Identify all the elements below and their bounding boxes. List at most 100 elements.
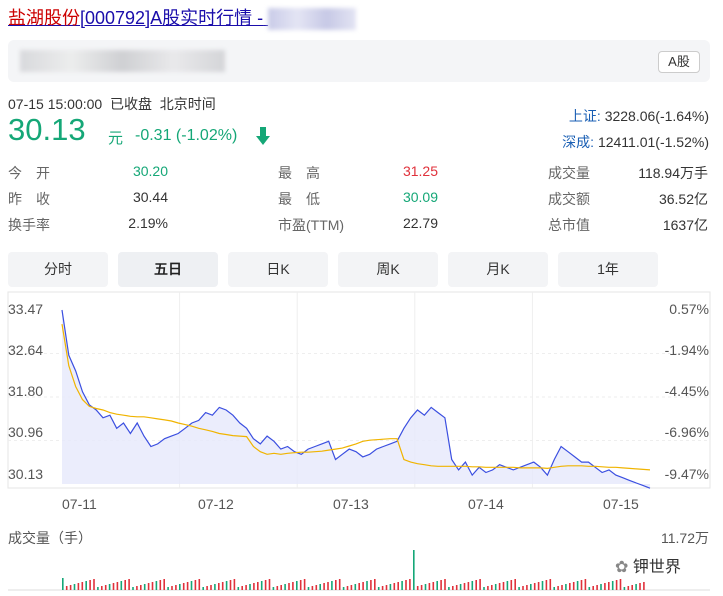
volume-bar [65, 586, 68, 590]
volume-bar [619, 579, 622, 590]
volume-bar [631, 585, 633, 590]
volume-bar [572, 582, 575, 590]
price-area [62, 310, 650, 489]
volume-bar [502, 582, 505, 590]
volume-bar [319, 584, 321, 590]
y-left-tick: 33.47 [8, 301, 44, 317]
volume-bar [522, 586, 524, 590]
volume-bar [533, 583, 536, 590]
volume-bar [77, 583, 80, 590]
volume-bar [89, 580, 91, 590]
volume-bar [124, 580, 126, 590]
volume-bar [241, 586, 243, 590]
volume-bar [494, 584, 497, 590]
volume-bar [549, 579, 552, 590]
volume-bar [346, 586, 349, 590]
volume-bar [147, 583, 150, 590]
volume-bar [444, 579, 446, 590]
volume-bar [409, 579, 411, 590]
volume-bar [428, 583, 431, 590]
volume-bar [518, 587, 520, 590]
volume-bar [128, 579, 130, 590]
volume-bar [257, 582, 259, 590]
volume-bar [397, 582, 399, 590]
volume-bar [424, 584, 427, 590]
volume-bar [498, 583, 501, 590]
volume-bar [557, 586, 559, 590]
volume-bar [370, 580, 372, 590]
volume-bar [483, 587, 485, 590]
volume-bar [253, 583, 255, 590]
volume-bar [245, 585, 247, 590]
volume-bar [311, 586, 314, 590]
volume-bar [385, 585, 388, 590]
volume-bar [537, 582, 540, 590]
volume-bar [588, 587, 591, 590]
volume-bar [561, 585, 563, 590]
volume-bar [459, 584, 462, 590]
volume-bar [272, 587, 275, 590]
volume-bar [303, 579, 306, 590]
volume-bar [108, 584, 111, 590]
volume-bar [140, 585, 142, 590]
volume-bar [510, 580, 513, 590]
volume-bar [194, 580, 197, 590]
volume-bar [179, 584, 181, 590]
volume-bar [151, 582, 154, 590]
volume-bar [97, 587, 99, 590]
volume-bar [69, 585, 72, 590]
volume-bar [159, 580, 162, 590]
volume-bar [514, 579, 516, 590]
volume-bar [136, 586, 138, 590]
volume-bar [73, 584, 76, 590]
volume-bar [101, 586, 103, 590]
volume-bar [307, 587, 310, 590]
y-left-tick: 32.64 [8, 342, 44, 358]
y-left-tick: 30.13 [8, 466, 44, 482]
volume-bar [416, 586, 419, 590]
volume-bar [452, 586, 454, 590]
volume-bar [381, 586, 384, 590]
volume-bar [401, 581, 403, 590]
volume-bar [260, 581, 263, 590]
volume-bar [608, 582, 610, 590]
volume-bar [420, 585, 423, 590]
volume-bar [284, 584, 286, 590]
volume-bar [116, 582, 119, 590]
volume-bar [299, 580, 302, 590]
wechat-icon: ✿ [615, 559, 629, 576]
volume-bar [85, 581, 87, 590]
volume-bar [104, 585, 107, 590]
volume-bar [448, 587, 450, 590]
volume-bar [545, 580, 548, 590]
volume-bar [366, 581, 368, 590]
volume-bar [432, 582, 435, 590]
volume-bar [190, 581, 193, 590]
watermark-text: 钾世界 [632, 559, 681, 576]
y-right-tick: -4.45% [664, 383, 709, 399]
volume-bar [413, 550, 415, 590]
volume-bar [596, 585, 598, 590]
volume-bar [331, 581, 333, 590]
volume-bar [600, 584, 602, 590]
volume-bar [132, 587, 134, 590]
volume-bar [604, 583, 606, 590]
volume-bar [623, 587, 626, 590]
volume-bar [335, 580, 337, 590]
volume-bar [120, 581, 123, 590]
volume-bar [198, 579, 201, 590]
volume-bar [592, 586, 594, 590]
volume-bar [268, 579, 271, 590]
volume-bar [327, 582, 329, 590]
volume-bar [463, 583, 466, 590]
x-tick: 07-11 [62, 496, 97, 512]
volume-bar [436, 581, 438, 590]
volume-bar [455, 585, 458, 590]
y-right-tick: -9.47% [664, 466, 709, 482]
volume-bar [155, 581, 158, 590]
volume-bar [611, 581, 614, 590]
volume-bar [167, 587, 169, 590]
volume-bar [81, 582, 84, 590]
volume-bar [338, 579, 341, 590]
volume-bar [440, 580, 442, 590]
